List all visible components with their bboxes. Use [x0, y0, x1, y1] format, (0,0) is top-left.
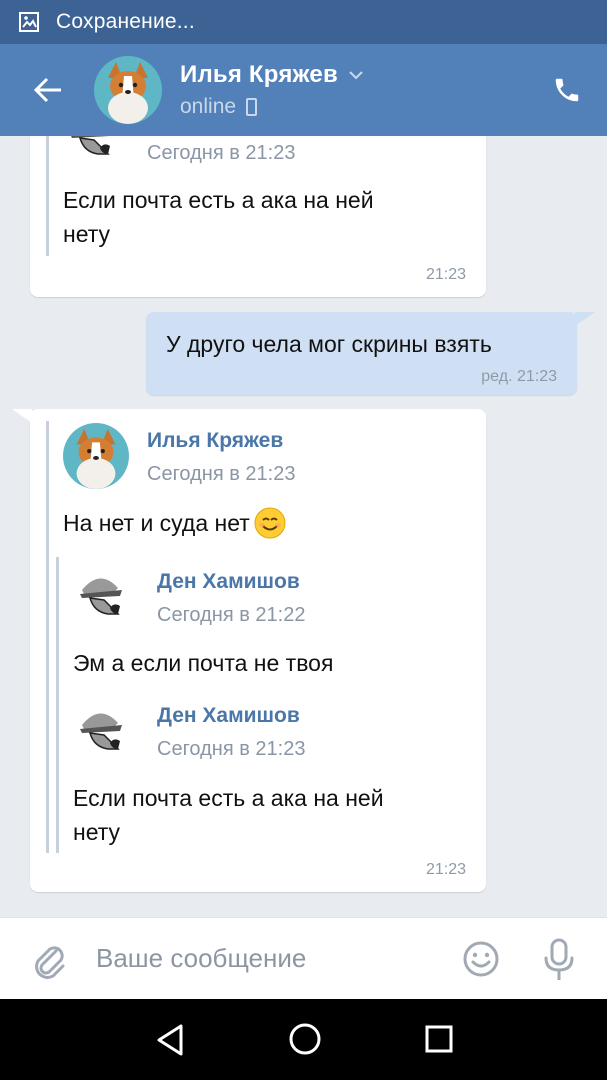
contact-avatar[interactable]: [94, 56, 162, 124]
message-text-line: Если почта есть а ака на ней: [73, 785, 384, 811]
smiling-face-emoji-icon: [254, 507, 286, 539]
sherlock-avatar-icon: [71, 136, 110, 155]
nested-author-name[interactable]: Ден Хамишов: [157, 704, 300, 728]
forward-author-name[interactable]: Илья Кряжев: [147, 429, 283, 453]
system-navigation-bar: [0, 999, 607, 1080]
microphone-icon[interactable]: [542, 938, 576, 982]
smile-icon[interactable]: [462, 940, 500, 978]
message-composer: [0, 917, 607, 999]
nav-recents-icon[interactable]: [424, 1024, 454, 1054]
nav-home-icon[interactable]: [288, 1022, 322, 1056]
chevron-down-icon[interactable]: [348, 70, 364, 80]
message-text-line: Если почта есть а ака на ней: [63, 187, 374, 213]
sherlock-avatar-icon[interactable]: [74, 699, 130, 755]
message-text-line: нету: [63, 221, 111, 247]
message-time: 21:23: [425, 861, 466, 878]
call-button[interactable]: [527, 44, 607, 136]
nested-date: Сегодня в 21:23: [157, 738, 306, 760]
forward-indicator: [46, 421, 49, 853]
nav-back-icon[interactable]: [155, 1023, 185, 1057]
sherlock-avatar-icon[interactable]: [74, 564, 130, 620]
outgoing-message[interactable]: У друго чела мог скрины взять ред. 21:23: [146, 312, 595, 395]
nested-author-name[interactable]: Ден Хамишов: [157, 570, 300, 594]
status-bar: Сохранение...: [0, 0, 607, 44]
forward-indicator: [46, 136, 49, 256]
incoming-message[interactable]: Илья Кряжев Сегодня в 21:23 На нет и суд…: [12, 409, 486, 892]
message-text: Если почта есть а ака на ней нету: [63, 183, 374, 251]
status-text: Сохранение...: [56, 10, 195, 33]
attach-button[interactable]: [0, 918, 96, 1000]
corgi-avatar-image: [63, 423, 129, 489]
incoming-message[interactable]: Сегодня в 21:23 Если почта есть а ака на…: [30, 136, 486, 297]
message-text: У друго чела мог скрины взять: [166, 331, 492, 357]
message-text-line: нету: [73, 819, 121, 845]
message-list[interactable]: Сегодня в 21:23 Если почта есть а ака на…: [0, 136, 607, 917]
phone-icon: [555, 78, 579, 102]
nested-message-text: Эм а если почта не твоя: [73, 650, 334, 676]
bubble-tail: [12, 409, 32, 423]
nested-message-text: Если почта есть а ака на ней нету: [73, 781, 384, 849]
bubble-tail: [575, 312, 595, 326]
paperclip-icon: [35, 945, 65, 979]
nested-date: Сегодня в 21:22: [157, 604, 306, 626]
arrow-left-icon: [33, 77, 61, 103]
presence-status: online: [180, 95, 237, 118]
message-time: 21:23: [425, 266, 466, 283]
corgi-avatar-image: [94, 56, 162, 124]
chat-header: Илья Кряжев online: [0, 44, 607, 136]
forward-date: Сегодня в 21:23: [147, 463, 296, 485]
back-button[interactable]: [0, 44, 96, 136]
message-text: На нет и суда нет: [63, 510, 250, 536]
message-edited-time: ред. 21:23: [481, 368, 557, 385]
forward-date: Сегодня в 21:23: [147, 142, 296, 164]
message-text-row: На нет и суда нет: [63, 506, 286, 540]
nested-forward-indicator: [56, 557, 59, 853]
contact-name[interactable]: Илья Кряжев: [180, 61, 338, 89]
message-input[interactable]: [96, 943, 446, 974]
image-save-icon: [19, 12, 39, 32]
mobile-device-icon: [246, 98, 258, 116]
forward-author-avatar[interactable]: [63, 423, 129, 489]
